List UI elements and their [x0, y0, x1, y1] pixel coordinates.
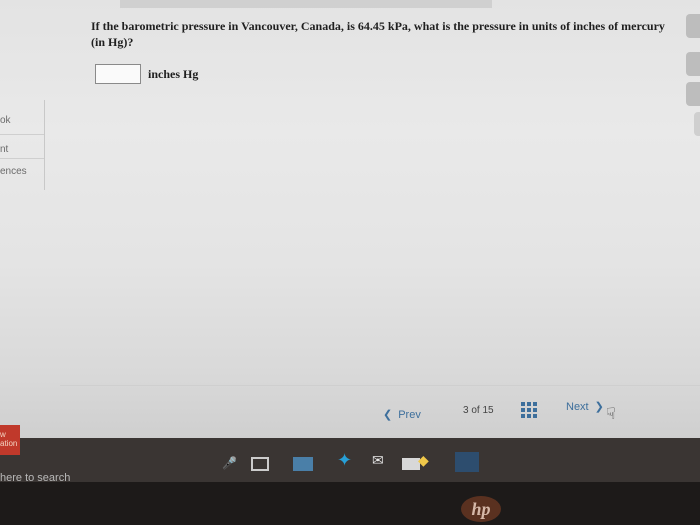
- right-tab[interactable]: [694, 112, 700, 136]
- right-tab[interactable]: [686, 52, 700, 76]
- sidebar-item-print[interactable]: nt: [0, 144, 44, 155]
- header-strip: [120, 0, 492, 8]
- microphone-icon[interactable]: 🎤: [222, 456, 238, 472]
- prev-button[interactable]: ❮ Prev: [383, 408, 421, 421]
- notification-badge[interactable]: w ation: [0, 425, 20, 455]
- hand-cursor-icon: ☟: [606, 406, 616, 423]
- side-navigation: ok nt ences: [0, 100, 45, 190]
- next-label: Next: [566, 401, 589, 413]
- question-progress: 3 of 15: [463, 405, 494, 416]
- answer-units-label: inches Hg: [148, 67, 199, 81]
- browser-screen: ok nt ences If the barometric pressure i…: [0, 0, 700, 438]
- sidebar-divider: [0, 158, 44, 159]
- question-grid-icon[interactable]: [521, 402, 537, 418]
- prev-label: Prev: [398, 409, 421, 421]
- active-app-icon[interactable]: [455, 452, 479, 472]
- task-view-icon[interactable]: [251, 457, 269, 471]
- next-button[interactable]: Next ❯: [566, 400, 604, 413]
- sidebar-divider: [0, 134, 44, 135]
- chevron-left-icon: ❮: [383, 409, 393, 421]
- badge-line: ation: [0, 439, 18, 448]
- mail-icon[interactable]: ✉: [372, 452, 388, 468]
- badge-line: w: [0, 430, 6, 439]
- right-tab[interactable]: [686, 14, 700, 38]
- file-explorer-icon[interactable]: [293, 457, 313, 471]
- question-text: If the barometric pressure in Vancouver,…: [91, 19, 665, 49]
- sidebar-item-references[interactable]: ences: [0, 166, 44, 177]
- sidebar-item-ebook[interactable]: ok: [0, 115, 44, 126]
- shopping-bag-icon[interactable]: ◆: [418, 452, 434, 468]
- answer-input[interactable]: [95, 64, 141, 84]
- chevron-right-icon: ❯: [594, 401, 604, 413]
- footer-divider: [60, 385, 700, 386]
- right-tab[interactable]: [686, 82, 700, 106]
- hp-logo: hp: [461, 496, 501, 522]
- dropbox-icon[interactable]: ✦: [337, 450, 353, 470]
- monitor-bezel: [0, 482, 700, 525]
